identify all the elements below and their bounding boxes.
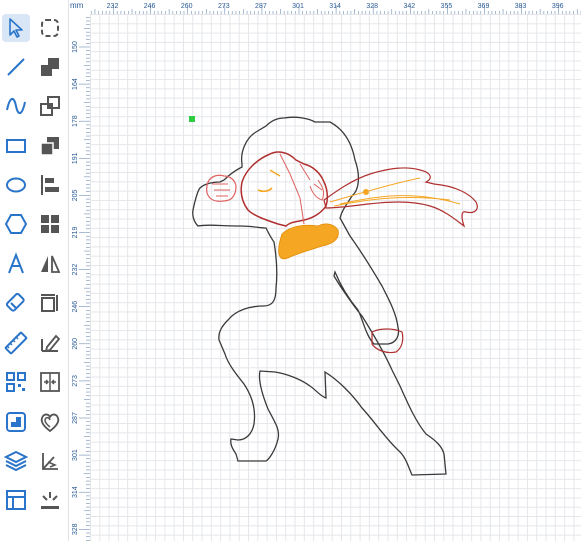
- ruler-label: 301: [292, 3, 304, 10]
- curve-icon: [6, 98, 26, 114]
- resize-frame-icon: [41, 294, 58, 312]
- image-tool[interactable]: [2, 408, 30, 436]
- eyebrow: [269, 169, 281, 177]
- ruler-label: 355: [441, 3, 453, 10]
- layers-tool[interactable]: [2, 447, 30, 475]
- layers-icon: [4, 450, 28, 472]
- grid-tool[interactable]: [36, 210, 64, 238]
- ruler-label: 232: [107, 3, 119, 10]
- line-tool[interactable]: [2, 53, 30, 81]
- ruler-label: 246: [144, 3, 156, 10]
- weld-tool[interactable]: [36, 447, 64, 475]
- mirror-triangle-icon: [41, 255, 61, 273]
- grid-icon: [41, 215, 59, 233]
- ruler-label: 301: [72, 449, 79, 461]
- ruler-label: 314: [329, 3, 341, 10]
- eraser-tool[interactable]: [2, 289, 30, 317]
- curve-tool[interactable]: [2, 92, 30, 120]
- ruler-label: 219: [72, 227, 79, 239]
- cursor-arrow-icon: [9, 18, 23, 38]
- offset-tool[interactable]: [36, 408, 64, 436]
- ruler-label: 328: [72, 523, 79, 535]
- ruler-label: 205: [72, 189, 79, 201]
- hair-strands: [279, 153, 323, 225]
- crop-tool[interactable]: [36, 14, 64, 42]
- ruler-label: 273: [218, 3, 230, 10]
- template-icon: [6, 490, 26, 510]
- vertical-ruler-scale: 150 164 178 191 205 219 232 246 260 273 287 301 314 3…: [72, 17, 90, 541]
- image-frame-icon: [6, 412, 26, 432]
- ellipse-tool[interactable]: [2, 171, 30, 199]
- ruler-label: 260: [72, 338, 79, 350]
- ruler-label: 246: [72, 301, 79, 313]
- horizontal-ruler-scale: 232 246 260 273 287 301 314 328 342 355 369 383 396: [90, 3, 581, 14]
- design-canvas[interactable]: [90, 14, 581, 541]
- ruler-label: 287: [255, 3, 267, 10]
- toolbar: [0, 0, 69, 541]
- ruler-label: 178: [72, 115, 79, 127]
- ruler-tool[interactable]: [2, 329, 30, 357]
- ruler-label: 328: [366, 3, 378, 10]
- weld-icon: [42, 453, 58, 470]
- selection-handle[interactable]: [189, 116, 195, 122]
- ruler-label: 383: [515, 3, 527, 10]
- vertical-ruler[interactable]: 150 164 178 191 205 219 232 246 260 273 287 301 314 3…: [70, 14, 91, 541]
- flip-tool[interactable]: [36, 250, 64, 278]
- qr-code-tool[interactable]: [2, 368, 30, 396]
- ruler-label: 369: [478, 3, 490, 10]
- horizontal-ruler[interactable]: 232 246 260 273 287 301 314 328 342 355 369 383 396: [90, 0, 581, 15]
- hair-tie: [363, 189, 369, 195]
- ellipse-icon: [6, 177, 26, 193]
- ruler-label: 164: [72, 78, 79, 90]
- ruler-icon: [4, 331, 28, 355]
- fist-fingers: [212, 183, 230, 197]
- group-tool[interactable]: [36, 132, 64, 160]
- arrange-front-tool[interactable]: [36, 92, 64, 120]
- eraser-icon: [5, 292, 25, 312]
- layers-square-icon: [40, 137, 59, 156]
- distribute-tool[interactable]: [36, 368, 64, 396]
- ruler-label: 273: [72, 375, 79, 387]
- align-tool[interactable]: [36, 171, 64, 199]
- template-tool[interactable]: [2, 486, 30, 514]
- rectangle-icon: [6, 139, 26, 153]
- ruler-label: 342: [403, 3, 415, 10]
- sparkle-burst-icon: [41, 492, 59, 509]
- text-tool[interactable]: [2, 250, 30, 278]
- ruler-label: 150: [72, 41, 79, 53]
- offset-heart-icon: [40, 413, 60, 433]
- edit-path-tool[interactable]: [36, 329, 64, 357]
- burst-tool[interactable]: [36, 486, 64, 514]
- polygon-tool[interactable]: [2, 210, 30, 238]
- select-tool[interactable]: [2, 14, 30, 42]
- figure-outline[interactable]: [192, 116, 447, 476]
- ruler-label: 287: [72, 412, 79, 424]
- line-icon: [7, 58, 25, 76]
- orange-scarf[interactable]: [278, 223, 339, 260]
- ruler-label: 232: [72, 264, 79, 276]
- dashed-rounded-square-icon: [41, 19, 59, 37]
- ruler-unit-label: mm: [70, 1, 84, 10]
- hexagon-icon: [4, 214, 28, 234]
- stack-back-icon: [41, 58, 59, 76]
- artwork[interactable]: [90, 14, 581, 541]
- distribute-icon: [40, 372, 60, 392]
- ruler-label: 396: [552, 3, 564, 10]
- align-left-icon: [41, 175, 59, 195]
- qr-code-icon: [6, 372, 26, 392]
- ruler-label: 314: [72, 486, 79, 498]
- ruler-label: 191: [72, 152, 79, 164]
- rectangle-tool[interactable]: [2, 132, 30, 160]
- resize-tool[interactable]: [36, 289, 64, 317]
- letter-a-icon: [8, 252, 24, 274]
- ruler-label: 260: [181, 3, 193, 10]
- arrange-back-tool[interactable]: [36, 53, 64, 81]
- stack-front-icon: [40, 96, 60, 116]
- pencil-path-icon: [41, 334, 61, 353]
- fist-outline[interactable]: [206, 174, 237, 202]
- closed-eye: [257, 187, 273, 193]
